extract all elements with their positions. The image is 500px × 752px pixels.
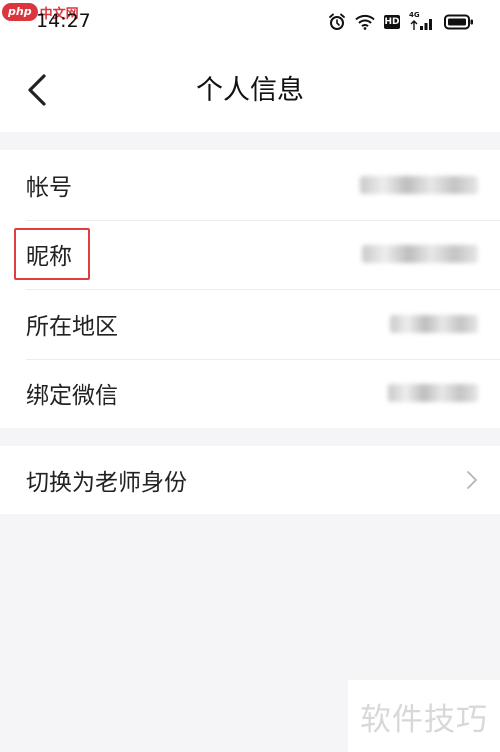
wechat-value-redacted xyxy=(388,384,478,403)
battery-icon xyxy=(444,14,473,30)
switch-to-teacher-label: 切换为老师身份 xyxy=(26,470,187,496)
account-label: 帐号 xyxy=(26,174,72,201)
chevron-right-icon xyxy=(467,471,477,489)
region-label: 所在地区 xyxy=(26,313,118,340)
switch-role-group: 切换为老师身份 xyxy=(0,446,500,514)
watermark-logo-pill: php xyxy=(2,3,38,21)
bind-wechat-label: 绑定微信 xyxy=(26,383,118,410)
account-row[interactable]: 帐号 xyxy=(0,150,500,220)
wifi-icon xyxy=(355,14,375,30)
page-title: 个人信息 xyxy=(196,75,304,106)
signal-icon xyxy=(410,19,432,30)
profile-info-group: 帐号 昵称 所在地区 绑定微信 xyxy=(0,150,500,428)
watermark-bottom: 软件技巧 xyxy=(348,680,500,752)
alarm-icon xyxy=(329,13,345,30)
watermark-bottom-text: 软件技巧 xyxy=(360,701,488,738)
screen: php 中文网 14:27 HD 4G 个人信息 帐号 昵称 所在地区 绑定微信… xyxy=(0,0,500,752)
signal-indicator: 4G xyxy=(409,11,435,31)
nickname-label: 昵称 xyxy=(26,244,72,271)
account-value-redacted xyxy=(360,175,478,194)
status-icons: HD 4G xyxy=(328,11,474,32)
switch-to-teacher-row[interactable]: 切换为老师身份 xyxy=(0,446,500,514)
region-row[interactable]: 所在地区 xyxy=(0,289,500,359)
status-bar: php 中文网 14:27 HD 4G xyxy=(0,0,500,44)
region-value-redacted xyxy=(390,314,478,333)
nickname-value-redacted xyxy=(362,245,478,264)
hd-icon: HD xyxy=(384,15,400,29)
bind-wechat-row[interactable]: 绑定微信 xyxy=(0,358,500,429)
status-time: 14:27 xyxy=(36,10,91,32)
nav-bar: 个人信息 xyxy=(0,44,500,132)
nickname-row[interactable]: 昵称 xyxy=(0,219,500,290)
